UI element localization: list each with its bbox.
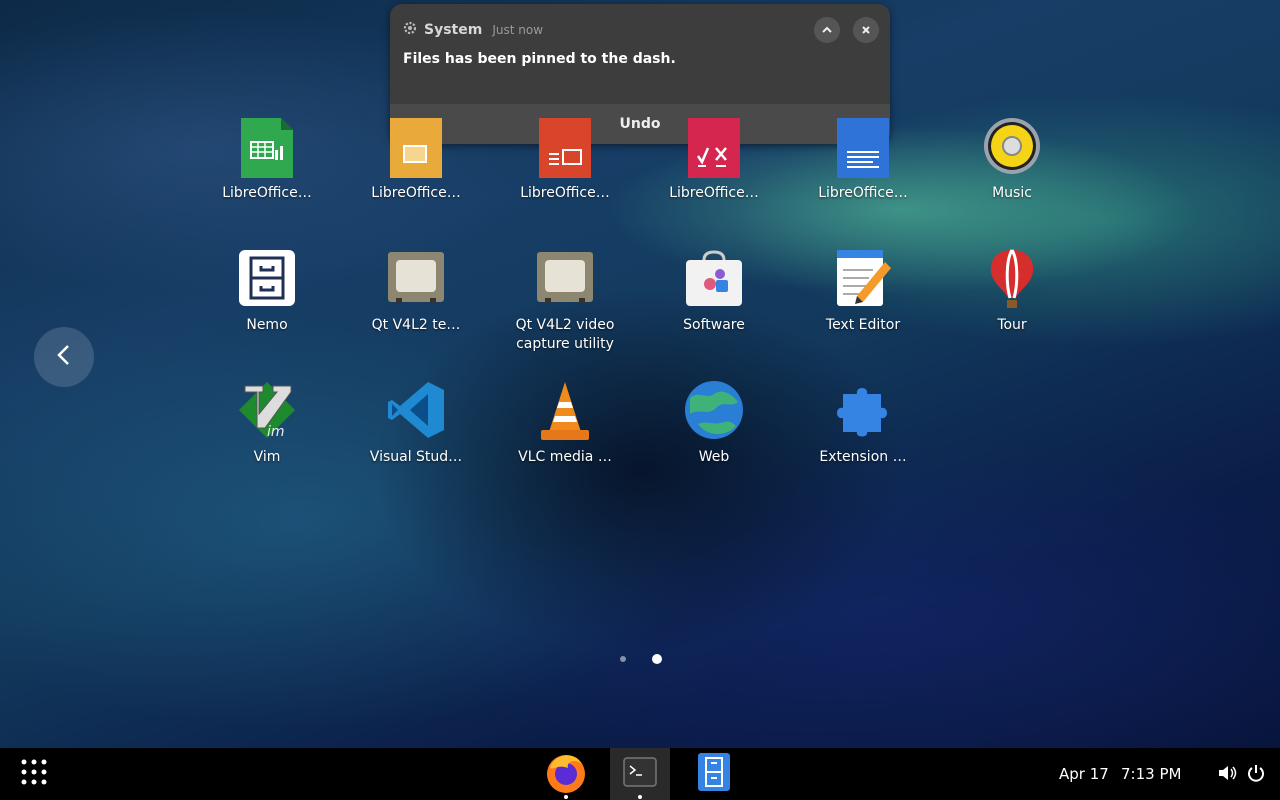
- libreoffice-draw-icon: [386, 116, 446, 178]
- previous-page-button[interactable]: [34, 327, 94, 387]
- app-label: Vim: [253, 449, 281, 465]
- time-label[interactable]: 7:13 PM: [1121, 765, 1181, 783]
- software-store-icon: [684, 248, 744, 308]
- app-label: Visual Stud…: [369, 449, 463, 465]
- puzzle-piece-icon: [833, 380, 893, 440]
- close-icon: [860, 21, 872, 40]
- hot-air-balloon-icon: [982, 248, 1042, 308]
- app-label: LibreOffice…: [520, 185, 610, 201]
- text-editor-icon: [833, 248, 893, 308]
- app-libreoffice-draw[interactable]: LibreOffice…: [351, 116, 481, 203]
- app-visual-studio-code[interactable]: Visual Stud…: [351, 380, 481, 467]
- app-label: Music: [992, 185, 1032, 201]
- show-apps-icon: [20, 758, 48, 790]
- vim-icon: im: [237, 380, 297, 440]
- power-icon: [1247, 765, 1265, 787]
- app-nemo[interactable]: Nemo: [202, 248, 332, 335]
- app-vlc[interactable]: VLC media …: [500, 380, 630, 467]
- files-icon: [697, 752, 731, 796]
- app-qt-v4l2-test[interactable]: Qt V4L2 te…: [351, 248, 481, 335]
- notification-message: Files has been pinned to the dash.: [403, 51, 676, 67]
- app-software[interactable]: Software: [649, 248, 779, 335]
- music-icon: [982, 116, 1042, 176]
- dock-item-files[interactable]: [690, 748, 738, 800]
- gear-icon: [402, 20, 418, 40]
- dock-item-firefox[interactable]: [540, 748, 592, 800]
- app-web[interactable]: Web: [649, 380, 779, 467]
- qt-v4l2-test-icon: [386, 248, 446, 308]
- page-indicator-2[interactable]: [652, 654, 662, 664]
- app-label: LibreOffice…: [669, 185, 759, 201]
- app-extension-manager[interactable]: Extension …: [798, 380, 928, 467]
- app-label: Tour: [997, 317, 1027, 333]
- app-label: Web: [698, 449, 730, 465]
- chevron-up-icon: [821, 21, 833, 40]
- file-cabinet-icon: [237, 248, 297, 308]
- libreoffice-math-icon: [684, 116, 744, 178]
- app-vim[interactable]: im Vim: [202, 380, 332, 467]
- dock-item-terminal[interactable]: [610, 748, 670, 800]
- vlc-cone-icon: [535, 380, 595, 440]
- app-libreoffice-calc[interactable]: LibreOffice…: [202, 116, 332, 203]
- date-label[interactable]: Apr 17: [1059, 765, 1109, 783]
- notification-time: Just now: [492, 23, 544, 37]
- running-indicator: [638, 795, 642, 799]
- app-libreoffice-writer[interactable]: LibreOffice…: [798, 116, 928, 203]
- app-label: Extension …: [819, 449, 907, 465]
- app-tour[interactable]: Tour: [947, 248, 1077, 335]
- close-notification-button[interactable]: [853, 17, 879, 43]
- notification-header: System Just now: [402, 20, 543, 40]
- collapse-notification-button[interactable]: [814, 17, 840, 43]
- running-indicator: [564, 795, 568, 799]
- globe-icon: [684, 380, 744, 440]
- volume-button[interactable]: [1217, 764, 1237, 786]
- app-label: LibreOffice…: [371, 185, 461, 201]
- app-label: Nemo: [246, 317, 288, 333]
- vscode-icon: [386, 380, 446, 440]
- volume-icon: [1217, 766, 1237, 786]
- firefox-icon: [544, 750, 588, 798]
- app-label: Qt V4L2 te…: [371, 317, 461, 333]
- libreoffice-impress-icon: [535, 116, 595, 178]
- app-label: Qt V4L2 video capture utility: [515, 317, 615, 352]
- app-music[interactable]: Music: [947, 116, 1077, 203]
- libreoffice-calc-icon: [237, 116, 297, 178]
- power-button[interactable]: [1247, 763, 1265, 787]
- chevron-left-icon: [54, 343, 74, 371]
- app-label: VLC media …: [518, 449, 612, 465]
- app-text-editor[interactable]: Text Editor: [798, 248, 928, 335]
- app-qt-v4l2-capture[interactable]: Qt V4L2 video capture utility: [500, 248, 630, 354]
- svg-text:im: im: [267, 424, 285, 440]
- libreoffice-writer-icon: [833, 116, 893, 178]
- app-libreoffice-impress[interactable]: LibreOffice…: [500, 116, 630, 203]
- app-libreoffice-math[interactable]: LibreOffice…: [649, 116, 779, 203]
- app-label: LibreOffice…: [818, 185, 908, 201]
- app-label: LibreOffice…: [222, 185, 312, 201]
- qt-v4l2-capture-icon: [535, 248, 595, 308]
- app-label: Text Editor: [825, 317, 901, 333]
- app-label: Software: [683, 317, 745, 333]
- page-indicator-1[interactable]: [620, 656, 626, 662]
- show-apps-button[interactable]: [14, 748, 54, 800]
- notification-app-name: System: [424, 22, 483, 38]
- terminal-icon: [622, 754, 658, 794]
